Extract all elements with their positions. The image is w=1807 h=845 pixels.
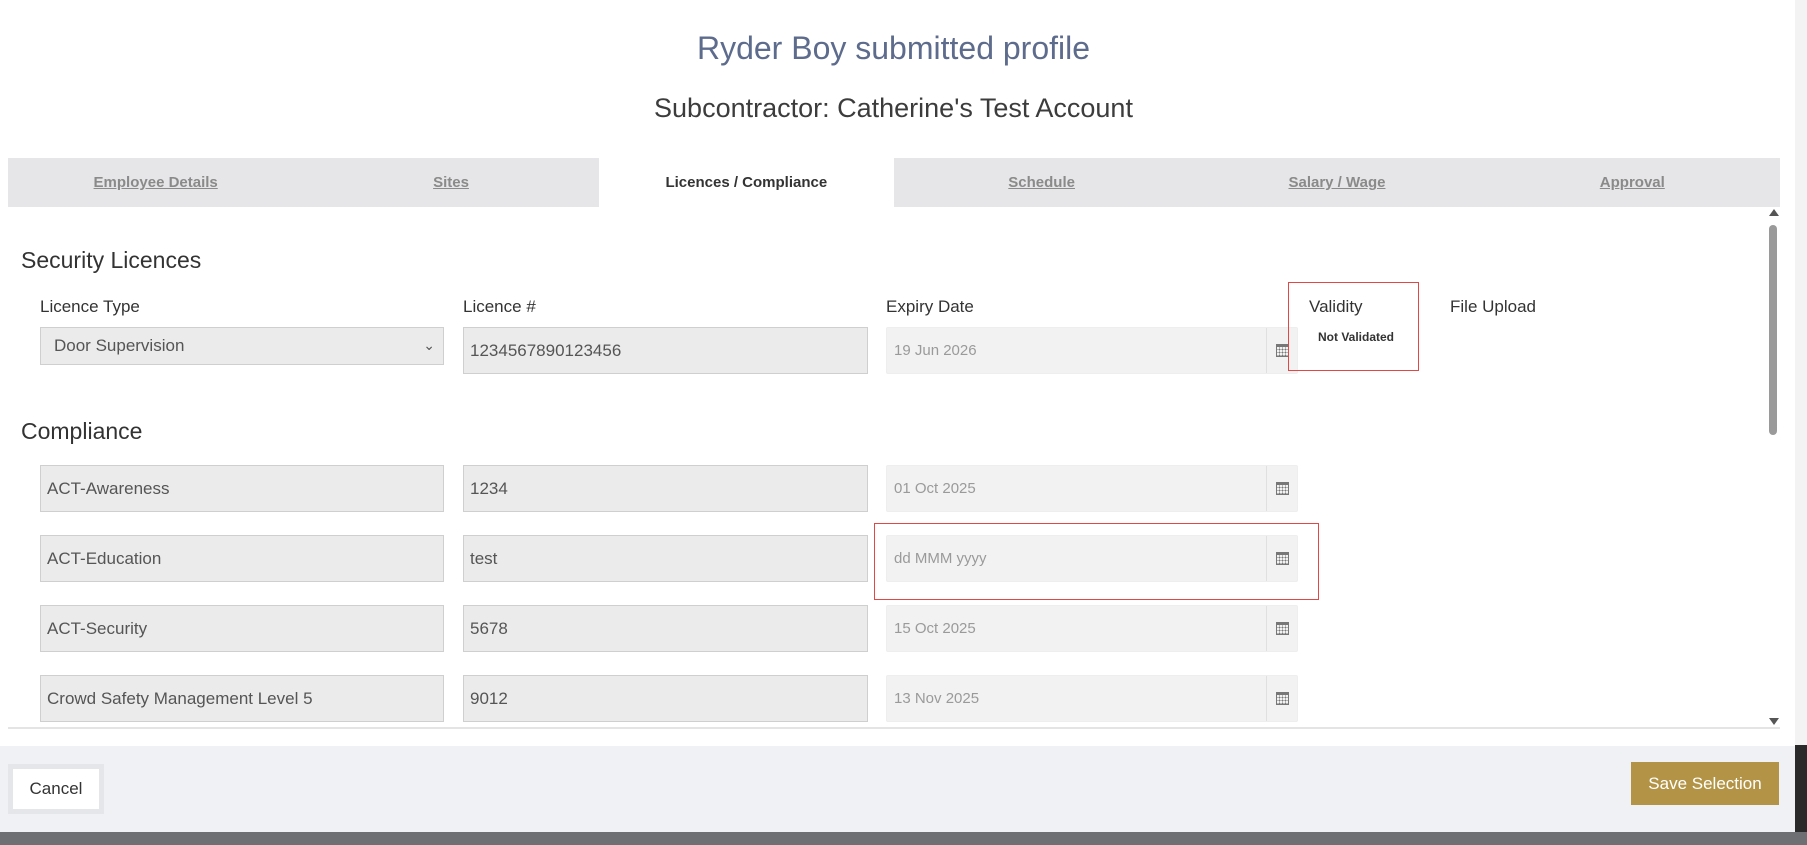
tab-licences-compliance[interactable]: Licences / Compliance [598,158,894,207]
licence-number-label: Licence # [463,297,536,316]
licence-type-value: Door Supervision [54,336,185,355]
modal-footer [0,746,1795,832]
compliance-number-input[interactable]: 9012 [463,675,868,722]
licence-type-select[interactable]: Door Supervision ⌄ [40,327,444,365]
cancel-button-label: Cancel [13,769,99,809]
scroll-up-icon[interactable] [1769,209,1779,216]
compliance-number-input[interactable]: test [463,535,868,582]
tab-salary-wage[interactable]: Salary / Wage [1189,158,1484,207]
compliance-date-input[interactable]: 15 Oct 2025 [886,605,1298,652]
calendar-icon [1275,344,1289,357]
modal-title: Ryder Boy submitted profile [696,30,1091,66]
expiry-date-label: Expiry Date [886,297,974,316]
chevron-down-icon: ⌄ [423,337,435,353]
tab-sites[interactable]: Sites [303,158,598,207]
calendar-icon [1275,552,1289,565]
validity-label: Validity [1309,297,1363,316]
save-selection-button[interactable]: Save Selection [1631,762,1779,805]
calendar-icon [1275,482,1289,495]
compliance-name-input[interactable]: Crowd Safety Management Level 5 [40,675,444,722]
tab-bar: Employee Details Sites Licences / Compli… [8,158,1780,207]
compliance-date-input[interactable]: dd MMM yyyy [886,535,1298,582]
tab-schedule[interactable]: Schedule [894,158,1189,207]
compliance-name-input[interactable]: ACT-Education [40,535,444,582]
compliance-name-input[interactable]: ACT-Security [40,605,444,652]
compliance-heading: Compliance [21,418,143,444]
compliance-date-value: 15 Oct 2025 [894,620,976,637]
vertical-scrollbar[interactable] [1766,207,1780,727]
licence-expiry-date-input[interactable]: 19 Jun 2026 [886,327,1298,374]
licence-type-label: Licence Type [40,297,140,316]
security-licences-heading: Security Licences [21,247,202,273]
licence-number-input[interactable]: 1234567890123456 [463,327,868,374]
tab-content-scroll-area: Security Licences Licence Type Licence #… [8,207,1780,729]
calendar-button[interactable] [1266,466,1297,511]
compliance-name-input[interactable]: ACT-Awareness [40,465,444,512]
scrollbar-thumb[interactable] [1769,225,1777,435]
calendar-icon [1275,622,1289,635]
compliance-date-input[interactable]: 01 Oct 2025 [886,465,1298,512]
calendar-button[interactable] [1266,606,1297,651]
validity-status: Not Validated [1318,330,1395,344]
scroll-down-icon[interactable] [1769,718,1779,725]
cancel-button[interactable]: Cancel [8,764,104,814]
licence-expiry-date-value: 19 Jun 2026 [894,342,977,359]
date-placeholder: dd MMM yyyy [894,550,987,567]
compliance-date-value: 01 Oct 2025 [894,480,976,497]
compliance-date-value: 13 Nov 2025 [894,690,980,707]
background-overlay [0,832,1807,845]
tab-approval[interactable]: Approval [1485,158,1780,207]
modal-subtitle: Subcontractor: Catherine's Test Account [654,93,1133,123]
tab-employee-details[interactable]: Employee Details [8,158,303,207]
compliance-number-input[interactable]: 1234 [463,465,868,512]
calendar-button[interactable] [1266,536,1297,581]
calendar-icon [1275,692,1289,705]
compliance-date-input[interactable]: 13 Nov 2025 [886,675,1298,722]
calendar-button[interactable] [1266,676,1297,721]
validity-highlight-box [1288,282,1419,371]
compliance-number-input[interactable]: 5678 [463,605,868,652]
profile-modal: Ryder Boy submitted profile Subcontracto… [0,0,1795,832]
background-window-edge [1795,0,1807,845]
file-upload-label: File Upload [1450,297,1536,316]
